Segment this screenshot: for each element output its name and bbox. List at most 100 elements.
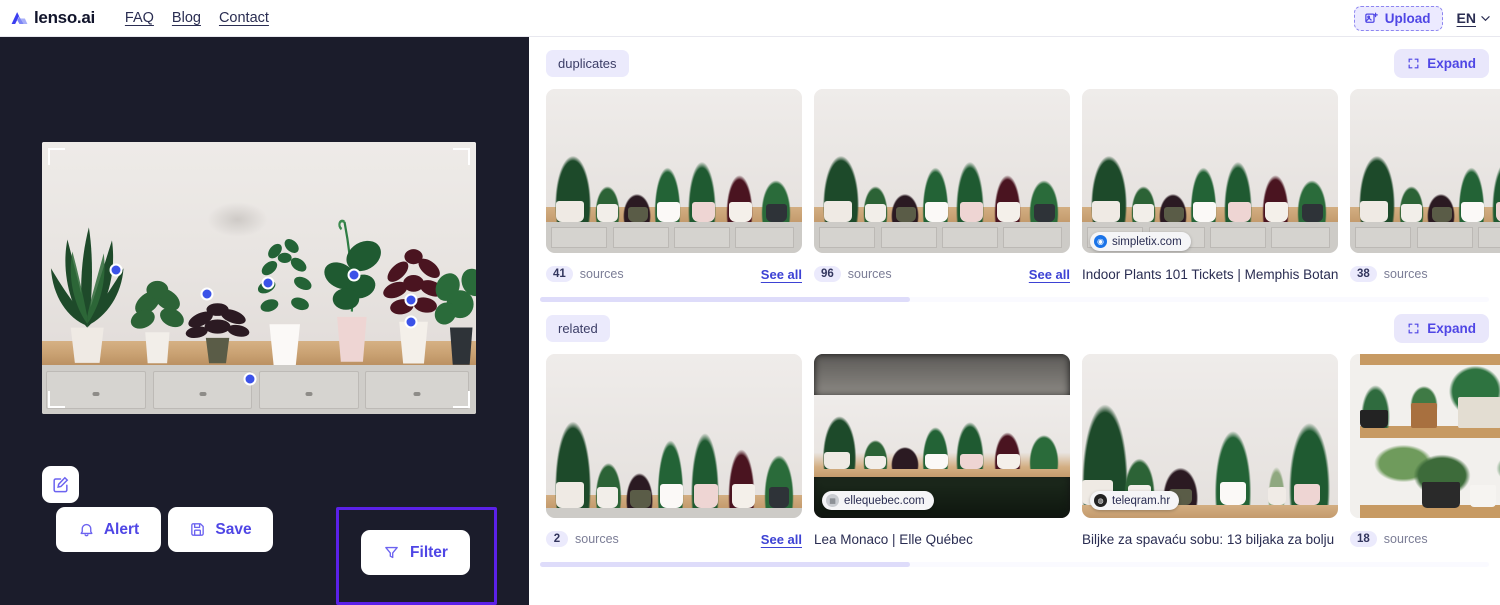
nav-link-faq[interactable]: FAQ xyxy=(125,10,154,26)
card-row-related[interactable]: 2 sources See all ▦ ellequebec.com Lea M… xyxy=(529,354,1500,555)
result-meta: 96 sources See all xyxy=(814,258,1070,290)
plant-small-green xyxy=(130,281,184,364)
result-card: 18 sources xyxy=(1350,354,1500,555)
expand-button-related[interactable]: Expand xyxy=(1394,313,1489,343)
primary-nav: FAQ Blog Contact xyxy=(125,10,269,26)
selection-point[interactable] xyxy=(109,263,123,277)
result-card: ◉ simpletix.com Indoor Plants 101 Ticket… xyxy=(1082,89,1338,290)
query-actions: Alert Save xyxy=(56,507,273,552)
save-button[interactable]: Save xyxy=(168,507,273,552)
query-image-container[interactable] xyxy=(42,142,476,414)
language-selector[interactable]: EN xyxy=(1457,10,1490,26)
favicon-icon: ◉ xyxy=(1094,235,1107,248)
query-panel: Alert Save Filter xyxy=(0,37,529,605)
see-all-link[interactable]: See all xyxy=(1029,267,1070,282)
thumb-scene xyxy=(1082,89,1338,253)
result-thumbnail[interactable] xyxy=(546,354,802,518)
nav-link-blog[interactable]: Blog xyxy=(172,10,201,26)
selection-point[interactable] xyxy=(347,268,361,282)
thumb-scene xyxy=(1350,354,1500,518)
see-all-link[interactable]: See all xyxy=(761,532,802,547)
thumb-scene xyxy=(546,354,802,518)
source-domain-label: teleqram.hr xyxy=(1112,494,1171,507)
result-meta: 18 sources xyxy=(1350,523,1500,555)
result-meta: Biljke za spavaću sobu: 13 biljaka za bo… xyxy=(1082,523,1338,555)
plant-dark-purple xyxy=(185,303,250,364)
result-card: 2 sources See all xyxy=(546,354,802,555)
cabinet-drawer xyxy=(152,370,253,410)
source-domain-label: ellequebec.com xyxy=(844,494,925,507)
result-meta: 2 sources See all xyxy=(546,523,802,555)
filter-button-label: Filter xyxy=(410,543,448,561)
sources-label: sources xyxy=(847,267,892,281)
brand-logo-area[interactable]: lenso.ai xyxy=(10,8,95,28)
expand-arrows-icon xyxy=(1408,58,1419,68)
result-thumbnail[interactable] xyxy=(814,89,1070,253)
sources-count-badge: 38 xyxy=(1350,266,1377,282)
result-meta: Indoor Plants 101 Tickets | Memphis Bota… xyxy=(1082,258,1338,290)
result-thumbnail[interactable] xyxy=(1350,89,1500,253)
plant-zz xyxy=(258,239,312,366)
sources-count-badge: 41 xyxy=(546,266,573,282)
source-domain-badge[interactable]: ◍ teleqram.hr xyxy=(1090,491,1180,510)
alert-button[interactable]: Alert xyxy=(56,507,161,552)
cabinet-drawer xyxy=(259,370,359,410)
scrollbar-thumb[interactable] xyxy=(540,562,911,567)
language-selector-value: EN xyxy=(1456,10,1476,26)
expand-button-label: Expand xyxy=(1427,320,1476,336)
result-thumbnail[interactable]: ▦ ellequebec.com xyxy=(814,354,1070,518)
alert-button-label: Alert xyxy=(103,520,140,538)
section-chip-duplicates: duplicates xyxy=(546,49,629,77)
sources-label: sources xyxy=(1383,267,1428,281)
crop-bracket-bottom-left[interactable] xyxy=(48,391,65,408)
filter-button[interactable]: Filter xyxy=(361,530,470,575)
top-navigation-bar: lenso.ai FAQ Blog Contact Upload EN xyxy=(0,0,1500,37)
source-domain-badge[interactable]: ◉ simpletix.com xyxy=(1090,232,1191,251)
sources-count-badge: 2 xyxy=(546,531,568,547)
selection-point[interactable] xyxy=(404,293,418,307)
lenso-logo-icon xyxy=(11,11,28,24)
source-domain-label: simpletix.com xyxy=(1112,235,1182,248)
expand-button-label: Expand xyxy=(1427,55,1476,71)
result-card: 41 sources See all xyxy=(546,89,802,290)
result-caption: Biljke za spavaću sobu: 13 biljaka za bo… xyxy=(1082,531,1338,547)
nav-link-contact[interactable]: Contact xyxy=(219,10,269,26)
section-header: duplicates Expand xyxy=(529,37,1500,89)
section-header: related Expand xyxy=(529,302,1500,354)
header-actions: Upload EN xyxy=(1353,5,1490,31)
query-image[interactable] xyxy=(42,142,476,414)
results-section-duplicates: duplicates Expand 41 sources See all 96 … xyxy=(529,37,1500,302)
upload-image-icon xyxy=(1365,12,1378,23)
thumb-scene xyxy=(1350,89,1500,253)
plant-calathea xyxy=(434,268,476,366)
horizontal-scrollbar-related[interactable] xyxy=(540,562,1489,567)
expand-arrows-icon xyxy=(1408,323,1419,333)
floppy-disk-icon xyxy=(191,523,205,536)
edit-selection-button[interactable] xyxy=(42,466,79,503)
result-caption: Lea Monaco | Elle Québec xyxy=(814,531,973,547)
result-card: ▦ ellequebec.com Lea Monaco | Elle Québe… xyxy=(814,354,1070,555)
crop-bracket-bottom-right[interactable] xyxy=(453,391,470,408)
image-cabinet xyxy=(42,365,476,414)
expand-button-duplicates[interactable]: Expand xyxy=(1394,48,1489,78)
chevron-down-icon xyxy=(1481,15,1490,21)
brand-name: lenso.ai xyxy=(34,8,95,27)
card-row-duplicates[interactable]: 41 sources See all 96 sources See all ◉ … xyxy=(529,89,1500,290)
source-domain-badge[interactable]: ▦ ellequebec.com xyxy=(822,491,934,510)
crop-bracket-top-left[interactable] xyxy=(48,148,65,165)
result-thumbnail[interactable]: ◍ teleqram.hr xyxy=(1082,354,1338,518)
result-thumbnail[interactable] xyxy=(546,89,802,253)
results-section-related: related Expand 2 sources See all ▦ elleq… xyxy=(529,302,1500,567)
crop-bracket-top-right[interactable] xyxy=(453,148,470,165)
selection-point[interactable] xyxy=(200,287,214,301)
thumb-scene xyxy=(814,89,1070,253)
selection-point[interactable] xyxy=(243,372,257,386)
result-thumbnail[interactable] xyxy=(1350,354,1500,518)
result-meta: Lea Monaco | Elle Québec xyxy=(814,523,1070,555)
result-thumbnail[interactable]: ◉ simpletix.com xyxy=(1082,89,1338,253)
sources-count-badge: 96 xyxy=(814,266,841,282)
selection-point[interactable] xyxy=(261,276,275,290)
upload-button[interactable]: Upload xyxy=(1353,5,1443,31)
see-all-link[interactable]: See all xyxy=(761,267,802,282)
selection-point[interactable] xyxy=(404,315,418,329)
